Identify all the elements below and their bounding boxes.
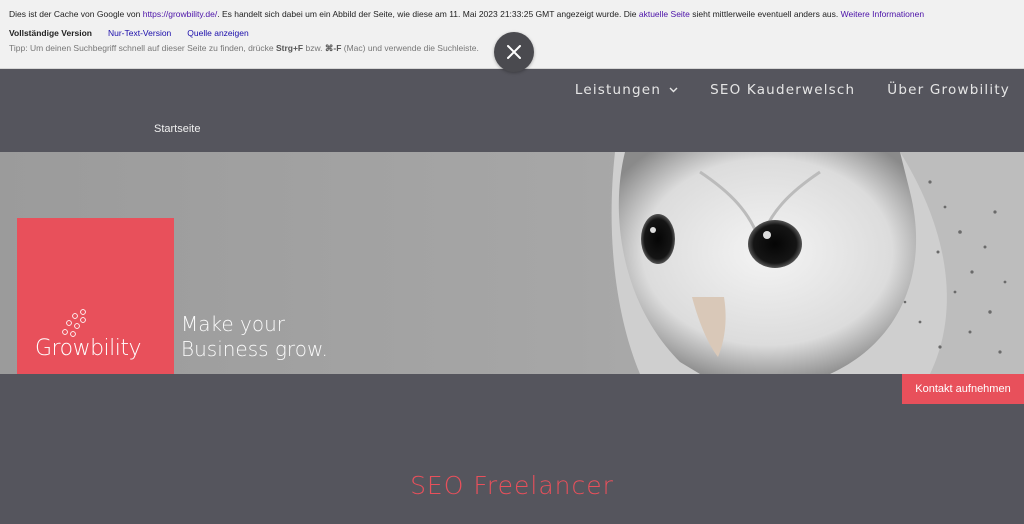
nav-item-label: SEO Kauderwelsch	[710, 82, 856, 98]
nav-item-label: Leistungen	[574, 82, 662, 98]
view-source-link[interactable]: Quelle anzeigen	[187, 28, 248, 38]
more-info-link[interactable]: Weitere Informationen	[841, 9, 924, 19]
site-header: Leistungen SEO Kauderwelsch Über Growbil…	[0, 69, 1024, 152]
cache-notice-prefix: Dies ist der Cache von Google von	[9, 9, 143, 19]
owl-image	[611, 152, 1024, 374]
contact-button[interactable]: Kontakt aufnehmen	[902, 374, 1024, 404]
cache-notice-middle: . Es handelt sich dabei um ein Abbild de…	[217, 9, 639, 19]
logo-wordmark: Growbility	[35, 336, 142, 361]
nav-item-ueber-growbility[interactable]: Über Growbility	[887, 82, 1010, 98]
cache-notice-suffix: sieht mittlerweile eventuell anders aus.	[689, 9, 841, 19]
tip-shortcut-mac: ⌘-F	[324, 43, 342, 53]
close-icon	[507, 45, 521, 59]
text-only-version-link[interactable]: Nur-Text-Version	[108, 28, 171, 38]
chevron-down-icon	[669, 87, 678, 93]
logo-bubbles-icon	[62, 309, 86, 337]
current-page-link[interactable]: aktuelle Seite	[639, 9, 690, 19]
close-cache-bar-button[interactable]	[494, 32, 534, 72]
nav-item-seo-kauderwelsch[interactable]: SEO Kauderwelsch	[710, 82, 855, 98]
nav-item-label: Über Growbility	[887, 82, 1010, 98]
cache-source-url-link[interactable]: https://growbility.de/	[143, 9, 218, 19]
breadcrumb[interactable]: Startseite	[154, 123, 200, 135]
tip-prefix: Tipp: Um deinen Suchbegriff schnell auf …	[9, 43, 276, 53]
tip-mid: bzw.	[303, 43, 325, 53]
tip-suffix: (Mac) und verwende die Suchleiste.	[341, 43, 479, 53]
nav-item-leistungen[interactable]: Leistungen	[575, 82, 678, 98]
main-nav: Leistungen SEO Kauderwelsch Über Growbil…	[575, 82, 1010, 98]
cache-notice: Dies ist der Cache von Google von https:…	[9, 9, 924, 19]
growbility-logo[interactable]: Growbility	[17, 218, 174, 374]
cache-search-tip: Tipp: Um deinen Suchbegriff schnell auf …	[9, 43, 479, 54]
hero-banner: Growbility Make your Business grow.	[0, 152, 1024, 374]
section-title: SEO Freelancer	[410, 471, 614, 500]
cache-version-links: Vollständige Version Nur-Text-Version Quel…	[9, 28, 249, 38]
tip-shortcut-windows: Strg+F	[275, 43, 304, 53]
hero-tagline: Make your Business grow.	[181, 312, 328, 362]
tagline-line1: Make your	[181, 312, 286, 336]
tagline-line2: Business grow.	[181, 337, 328, 361]
full-version-label: Vollständige Version	[9, 28, 92, 38]
